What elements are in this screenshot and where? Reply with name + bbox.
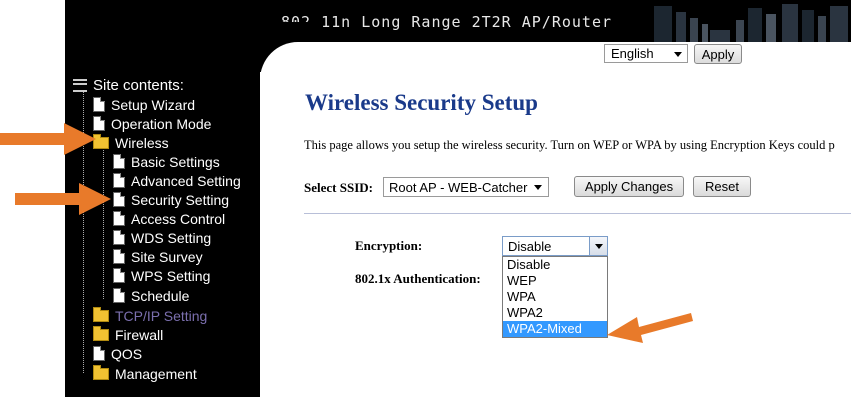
- sidebar-item-operation-mode[interactable]: Operation Mode: [93, 114, 211, 133]
- folder-icon: [93, 325, 109, 341]
- annotation-arrow-wireless: [0, 123, 96, 155]
- page-title: Wireless Security Setup: [305, 90, 538, 115]
- encryption-dropdown-list: Disable WEP WPA WPA2 WPA2-Mixed: [502, 256, 608, 338]
- encryption-select[interactable]: Disable: [502, 236, 608, 256]
- sidebar-item-label: Advanced Setting: [131, 172, 241, 189]
- encryption-label: Encryption:: [355, 238, 423, 253]
- encryption-select-value: Disable: [508, 238, 552, 254]
- sidebar-item-wireless[interactable]: Wireless: [93, 133, 169, 152]
- banner-graphic: [650, 0, 851, 42]
- sidebar-item-security-setting[interactable]: Security Setting: [113, 190, 229, 209]
- sidebar-item-label: QOS: [111, 345, 143, 362]
- reset-button[interactable]: Reset: [693, 176, 751, 197]
- annotation-arrow-security-setting: [15, 183, 111, 215]
- apply-language-button[interactable]: Apply: [694, 44, 742, 64]
- sidebar-item-label: WDS Setting: [131, 229, 212, 246]
- sidebar-item-schedule[interactable]: Schedule: [113, 286, 189, 305]
- auth-label: 802.1x Authentication:: [355, 271, 481, 286]
- sidebar-item-label: TCP/IP Setting: [115, 307, 208, 324]
- header-banner: 802.11n Long Range 2T2R AP/Router: [65, 0, 851, 42]
- sidebar-item-wds-setting[interactable]: WDS Setting: [113, 228, 211, 247]
- encryption-option-wep[interactable]: WEP: [503, 273, 607, 289]
- sidebar-item-wps-setting[interactable]: WPS Setting: [113, 266, 210, 285]
- sidebar-root-label: Site contents:: [93, 77, 184, 94]
- sidebar-item-label: Access Control: [131, 210, 226, 227]
- sidebar-item-firewall[interactable]: Firewall: [93, 325, 163, 344]
- encryption-option-wpa[interactable]: WPA: [503, 289, 607, 305]
- page-icon: [113, 288, 125, 303]
- language-select[interactable]: English: [604, 44, 688, 63]
- sidebar-item-label: Setup Wizard: [111, 96, 196, 113]
- site-contents-icon: [73, 79, 87, 92]
- apply-changes-button[interactable]: Apply Changes: [574, 176, 684, 197]
- sidebar-item-label: Security Setting: [131, 191, 230, 208]
- sidebar-item-management[interactable]: Management: [93, 364, 197, 383]
- sidebar-item-label: Schedule: [131, 287, 190, 304]
- sidebar-item-label: Site Survey: [131, 248, 203, 265]
- sidebar-item-label: Wireless: [115, 134, 169, 151]
- page-icon: [113, 154, 125, 169]
- divider: [304, 213, 851, 214]
- page-icon: [93, 346, 105, 361]
- sidebar-item-tcpip-setting[interactable]: TCP/IP Setting: [93, 306, 207, 325]
- sidebar-tree: Site contents: Setup Wizard Operation Mo…: [65, 42, 260, 397]
- router-admin-page: 802.11n Long Range 2T2R AP/Router Site c…: [0, 0, 851, 397]
- page-icon: [113, 249, 125, 264]
- sidebar-item-advanced-setting[interactable]: Advanced Setting: [113, 171, 241, 190]
- ssid-label: Select SSID:: [304, 180, 373, 195]
- chevron-down-icon: [674, 52, 682, 57]
- encryption-option-wpa2-mixed[interactable]: WPA2-Mixed: [503, 321, 607, 337]
- page-icon: [113, 230, 125, 245]
- sidebar-item-setup-wizard[interactable]: Setup Wizard: [93, 95, 195, 114]
- sidebar-item-basic-settings[interactable]: Basic Settings: [113, 152, 220, 171]
- ssid-select[interactable]: Root AP - WEB-Catcher: [383, 177, 549, 197]
- banner-title: 802.11n Long Range 2T2R AP/Router: [281, 13, 613, 31]
- annotation-arrow-wpa2-mixed: [607, 313, 693, 343]
- chevron-down-icon: [534, 185, 542, 190]
- page-icon: [113, 268, 125, 283]
- sidebar-item-label: Management: [115, 365, 197, 382]
- encryption-option-disable[interactable]: Disable: [503, 257, 607, 273]
- sidebar-item-access-control[interactable]: Access Control: [113, 209, 225, 228]
- tree-guide-line: [103, 150, 104, 299]
- folder-icon: [93, 306, 109, 322]
- language-select-value: English: [611, 46, 654, 61]
- sidebar-item-label: Firewall: [115, 326, 164, 343]
- sidebar-item-label: WPS Setting: [131, 267, 211, 284]
- chevron-down-icon[interactable]: [589, 237, 607, 255]
- sidebar-item-site-survey[interactable]: Site Survey: [113, 247, 203, 266]
- encryption-option-wpa2[interactable]: WPA2: [503, 305, 607, 321]
- folder-icon: [93, 364, 109, 380]
- page-description: This page allows you setup the wireless …: [304, 138, 835, 152]
- sidebar-item-qos[interactable]: QOS: [93, 344, 142, 363]
- sidebar-root: Site contents:: [73, 76, 184, 95]
- ssid-select-value: Root AP - WEB-Catcher: [389, 179, 528, 195]
- page-icon: [93, 97, 105, 112]
- sidebar-item-label: Basic Settings: [131, 153, 220, 170]
- sidebar-item-label: Operation Mode: [111, 115, 212, 132]
